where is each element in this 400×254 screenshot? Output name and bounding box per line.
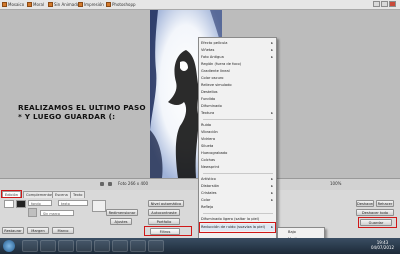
mosaic-icon [2,2,7,7]
minimize-button[interactable] [373,1,380,7]
tab-mosaico[interactable]: Mosaico [2,1,24,8]
ajustes-button[interactable]: Ajustes [110,218,132,225]
menu-item-vidriera[interactable]: Vidriera [201,136,275,143]
tab-escena[interactable]: Escena [52,191,71,198]
menu-item-foto-antigua[interactable]: Foto Antigua ▸ [201,54,275,61]
close-button[interactable] [389,1,396,7]
image-icon [27,2,32,7]
taskbar-app-icon[interactable] [58,240,74,252]
deshacer-todo-button[interactable]: Deshacer todo [356,209,394,216]
menu-item-efecto-pelicula[interactable]: Efecto película ▸ [201,40,275,47]
document-tab-bar: Mosaico Moral Sin Animado Impresión Phot… [0,0,400,10]
submenu-arrow-icon: ▸ [271,198,273,202]
menu-item-huecograbado[interactable]: Huecograbado [201,150,275,157]
menu-item-reflejo[interactable]: Reflejo [201,204,275,211]
highlight-guardar-button [358,217,397,228]
menu-item-artistico[interactable]: Artístico ▸ [201,176,275,183]
menu-item-difuminado[interactable]: Difuminado [201,103,275,110]
menu-separator [203,173,273,174]
background-swatch[interactable] [16,200,26,208]
print-icon [78,2,83,7]
highlight-reduccion-ruido [199,222,276,233]
menu-item-vibracion[interactable]: Vibración [201,129,275,136]
restaurar-button[interactable]: Restaurar [2,227,24,234]
menu-separator [203,213,273,214]
menu-item-destellos[interactable]: Destellos [201,89,275,96]
tab-photoshopp[interactable]: Photoshopp [106,1,136,8]
tab-impresion[interactable]: Impresión [78,1,104,8]
image-size-label: Foto 266 x 400 [118,181,149,186]
maximize-button[interactable] [381,1,388,7]
marco-button[interactable]: Marco [52,227,74,234]
taskbar-app-icon[interactable] [130,240,146,252]
rehacer-button[interactable]: Rehacer [376,200,394,207]
headline-line-1: REALIZAMOS EL ULTIMO PASO [18,103,146,112]
taskbar-app-icon[interactable] [94,240,110,252]
menu-item-ruido[interactable]: Ruido [201,122,275,129]
submenu-arrow-icon: ▸ [271,177,273,181]
menu-item-silueta[interactable]: Silueta [201,143,275,150]
foreground-swatch[interactable] [4,200,14,208]
taskbar-app-icon[interactable] [40,240,56,252]
clock-date: 04/07/2012 [370,245,394,250]
menu-item-region[interactable]: Región (fuera de foco) [201,61,275,68]
instruction-text: REALIZAMOS EL ULTIMO PASO * Y LUEGO GUAR… [18,103,168,121]
menu-item-distorsion[interactable]: Distorsión ▸ [201,183,275,190]
menu-item-colchas[interactable]: Colchas [201,157,275,164]
frame-thumbnail [28,208,37,217]
windows-taskbar: 19:43 04/07/2012 [0,238,400,254]
menu-item-color-oscuro[interactable]: Color oscuro [201,75,275,82]
highlight-filtros-button [144,226,192,236]
submenu-arrow-icon: ▸ [271,55,273,59]
nivel-automatico-button[interactable]: Nivel automático [148,200,184,207]
filters-menu: Efecto película ▸ Viñetas ▸ Foto Antigua ▸ … [198,37,277,240]
menu-separator [203,119,273,120]
texto-field[interactable]: texto [58,200,88,206]
zoom-level: 100% [330,181,342,186]
submenu-item-bajo[interactable]: Bajo [288,229,332,236]
tab-moral[interactable]: Moral [27,1,44,8]
submenu-arrow-icon: ▸ [271,41,273,45]
taskbar-app-icon[interactable] [112,240,128,252]
system-clock[interactable]: 19:43 04/07/2012 [371,240,394,250]
start-button[interactable] [3,240,15,252]
menu-item-gradiente-lineal[interactable]: Gradiente lineal [201,68,275,75]
preview-box [92,200,106,212]
submenu-arrow-icon: ▸ [271,191,273,195]
tab-sin-animado[interactable]: Sin Animado [48,1,79,8]
headline-line-2: * Y LUEGO GUARDAR (: [18,112,116,121]
menu-item-textura[interactable]: Textura ▸ [201,110,275,117]
zoom-in-icon[interactable] [108,182,112,186]
image-icon [106,2,111,7]
menu-item-vinetas[interactable]: Viñetas ▸ [201,47,275,54]
tab-texto[interactable]: Texto [70,191,86,198]
menu-item-relieve-simulado[interactable]: Relieve simulado [201,82,275,89]
highlight-edicion-tab [1,190,22,198]
menu-item-cristales[interactable]: Cristales ▸ [201,190,275,197]
margen-button[interactable]: Margen [27,227,49,234]
deshacer-button[interactable]: Deshacer [356,200,374,207]
taskbar-app-icon[interactable] [22,240,38,252]
menu-item-fundido[interactable]: Fundido [201,96,275,103]
autocontraste-button[interactable]: Autocontraste [148,209,180,216]
taskbar-app-icon[interactable] [148,240,164,252]
fondo-field[interactable]: fondo [28,200,52,206]
zoom-out-icon[interactable] [100,182,104,186]
taskbar-app-icon[interactable] [76,240,92,252]
portfolio-button[interactable]: Portfolio [148,218,180,225]
menu-item-newsprint[interactable]: Newsprint [201,164,275,171]
submenu-arrow-icon: ▸ [271,48,273,52]
menu-item-color[interactable]: Color ▸ [201,197,275,204]
submenu-arrow-icon: ▸ [271,184,273,188]
marco-field[interactable]: Sin marco [40,210,74,216]
image-icon [48,2,53,7]
redimensionar-button[interactable]: Redimensionar [106,209,138,216]
submenu-arrow-icon: ▸ [271,111,273,115]
